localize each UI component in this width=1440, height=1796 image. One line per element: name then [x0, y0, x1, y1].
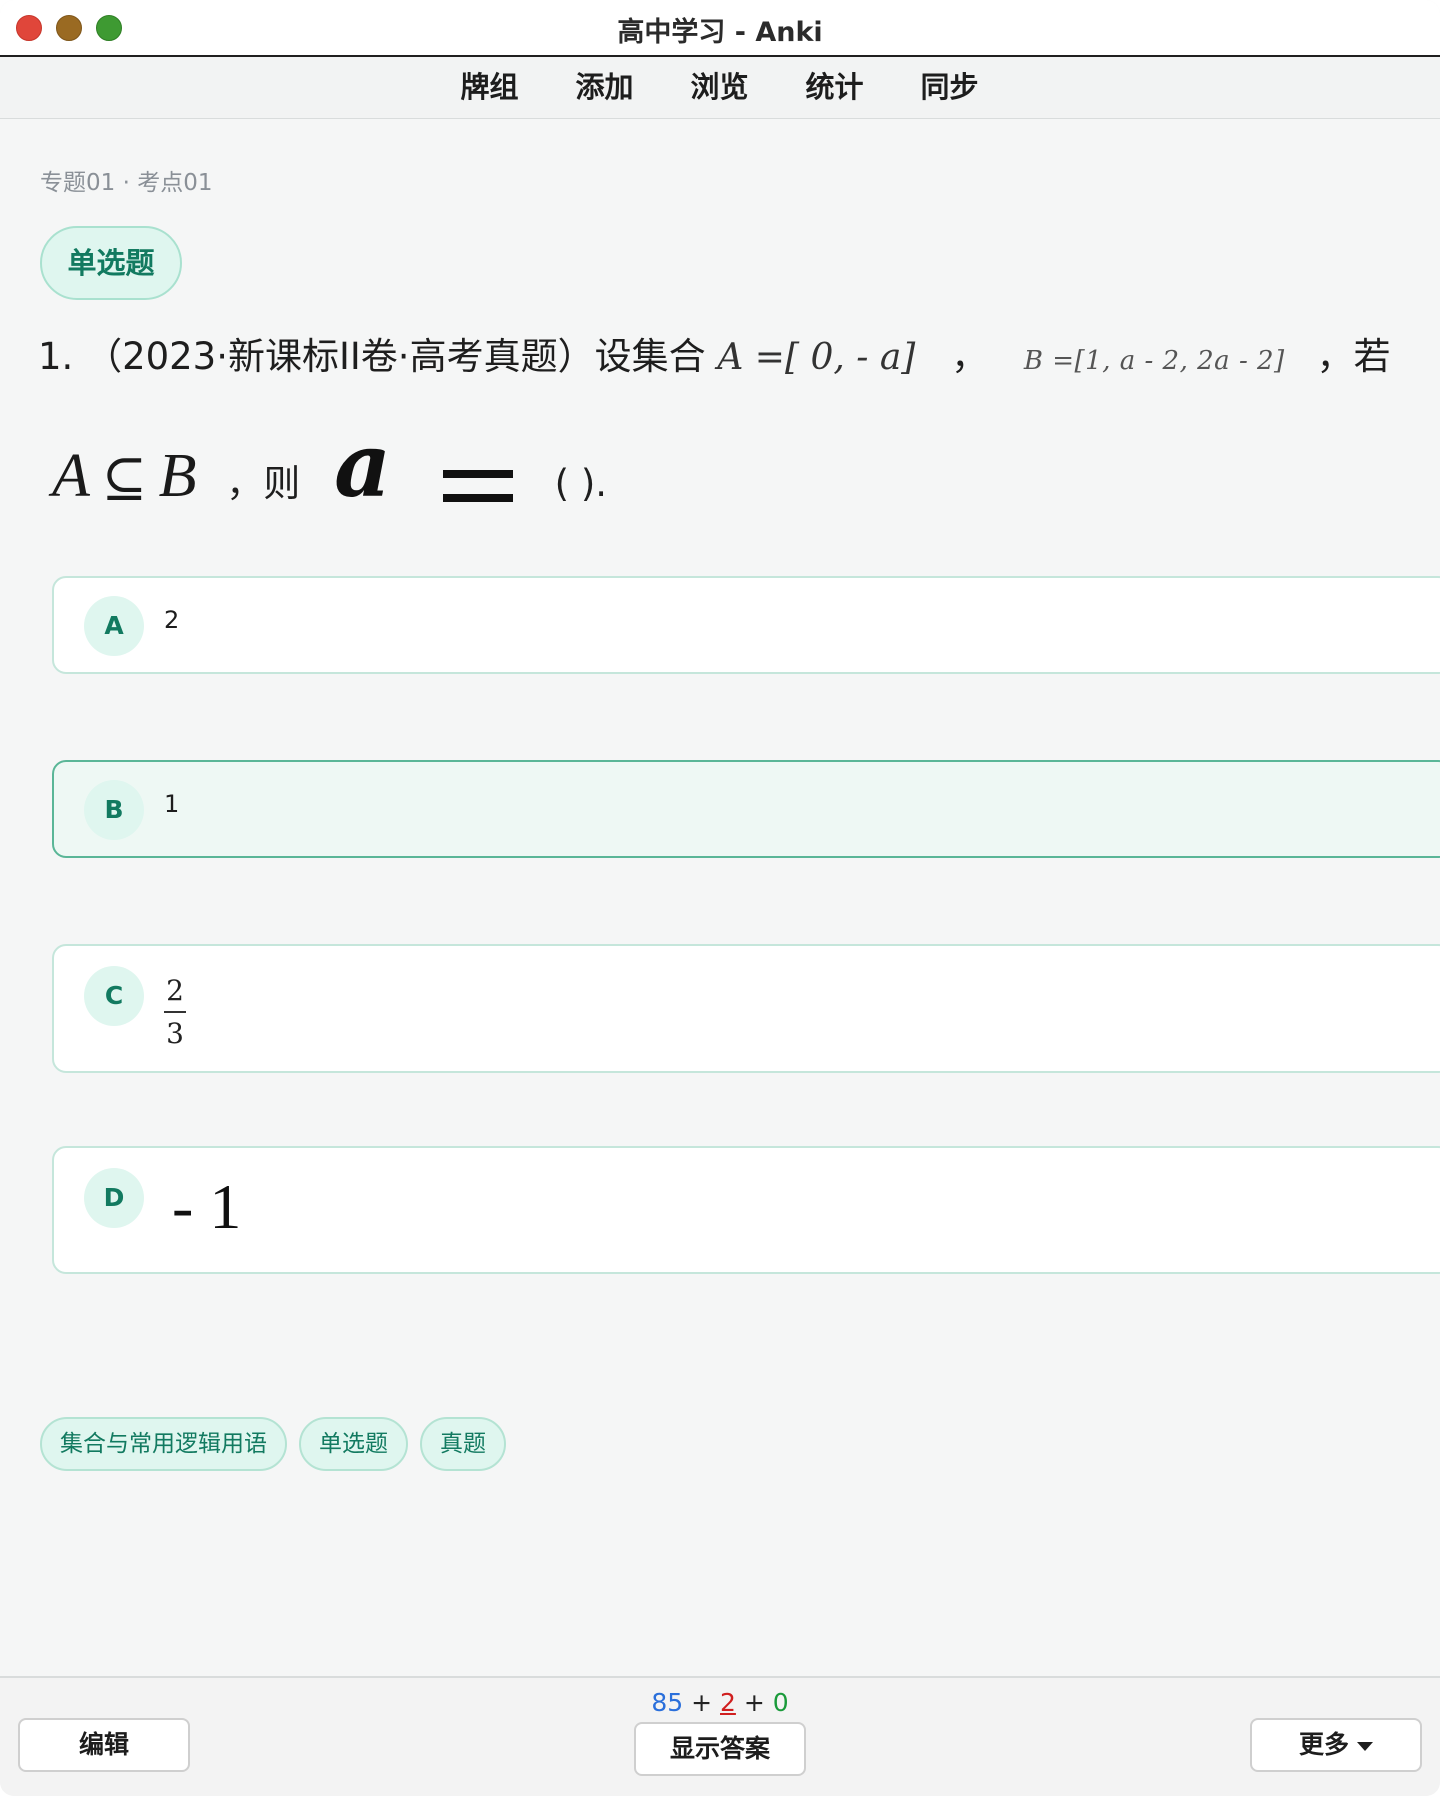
- question-then: ，则: [226, 462, 301, 505]
- toolbar-browse[interactable]: 浏览: [662, 57, 778, 118]
- show-answer-button[interactable]: 显示答案: [634, 1722, 806, 1776]
- option-text: - 1: [172, 1171, 242, 1242]
- more-label: 更多: [1298, 1730, 1349, 1759]
- new-count: 85: [651, 1688, 684, 1717]
- option-letter: D: [84, 1168, 144, 1228]
- toolbar-sync[interactable]: 同步: [892, 57, 1008, 118]
- fraction-two-thirds: 2 3: [164, 974, 186, 1050]
- option-c[interactable]: C 2 3: [52, 944, 1440, 1073]
- option-text: 2: [164, 606, 180, 634]
- tag-list: 集合与常用逻辑用语 单选题 真题: [40, 1417, 506, 1471]
- fraction-numerator: 2: [166, 974, 184, 1007]
- variable-a: a: [334, 413, 392, 517]
- due-counts: 85 + 2 + 0: [0, 1688, 1440, 1717]
- chevron-down-icon: [1357, 1741, 1373, 1751]
- question-condition: ，若: [1316, 335, 1391, 378]
- review-bottom-bar: 85 + 2 + 0 编辑 显示答案 更多: [0, 1676, 1440, 1796]
- toolbar-stats[interactable]: 统计: [777, 57, 893, 118]
- toolbar-add[interactable]: 添加: [547, 57, 663, 118]
- fraction-denominator: 3: [166, 1017, 184, 1050]
- edit-button[interactable]: 编辑: [18, 1718, 190, 1772]
- option-b[interactable]: B 1: [52, 760, 1440, 858]
- window-title: 高中学习 - Anki: [617, 17, 823, 48]
- subset-symbol: ⊆: [101, 446, 147, 509]
- card-content: 专题01 · 考点01 单选题 1. （2023·新课标II卷·高考真题）设集合…: [0, 119, 1440, 1675]
- subset-right: B: [158, 442, 197, 510]
- question-separator: ，: [951, 335, 989, 378]
- tag-item[interactable]: 集合与常用逻辑用语: [40, 1417, 287, 1471]
- title-bar: 高中学习 - Anki: [0, 0, 1440, 57]
- main-toolbar: 牌组 添加 浏览 统计 同步: [0, 57, 1440, 119]
- fraction-bar: [164, 1011, 186, 1013]
- learning-count: 2: [720, 1688, 736, 1717]
- subset-left: A: [52, 442, 90, 510]
- review-count: 0: [772, 1688, 789, 1717]
- question-prefix: 1. （2023·新课标II卷·高考真题）设集合: [38, 335, 706, 378]
- option-letter: A: [84, 596, 144, 656]
- question-type-badge: 单选题: [40, 226, 182, 300]
- more-button[interactable]: 更多: [1250, 1718, 1422, 1772]
- option-text: 1: [164, 790, 180, 818]
- option-letter: B: [84, 780, 144, 840]
- option-letter: C: [84, 966, 144, 1026]
- edit-label: 编辑: [78, 1730, 129, 1759]
- set-a-expression: A =[ 0, - a]: [717, 337, 916, 378]
- option-a[interactable]: A 2: [52, 576, 1440, 674]
- option-fraction: 2 3: [164, 974, 186, 1050]
- option-d[interactable]: D - 1: [52, 1146, 1440, 1274]
- tag-item[interactable]: 真题: [420, 1417, 506, 1471]
- count-plus: +: [743, 1688, 765, 1717]
- set-b-expression: B =[1, a - 2, 2a - 2]: [1023, 346, 1285, 376]
- equals-sign: [442, 466, 513, 506]
- toolbar-decks[interactable]: 牌组: [432, 57, 548, 118]
- count-plus: +: [691, 1688, 713, 1717]
- breadcrumb: 专题01 · 考点01: [40, 170, 213, 196]
- tag-item[interactable]: 单选题: [299, 1417, 408, 1471]
- anki-window: 高中学习 - Anki 牌组 添加 浏览 统计 同步 专题01 · 考点01 单…: [0, 0, 1440, 1796]
- question-tail: ( ).: [554, 462, 608, 505]
- show-answer-label: 显示答案: [669, 1734, 770, 1763]
